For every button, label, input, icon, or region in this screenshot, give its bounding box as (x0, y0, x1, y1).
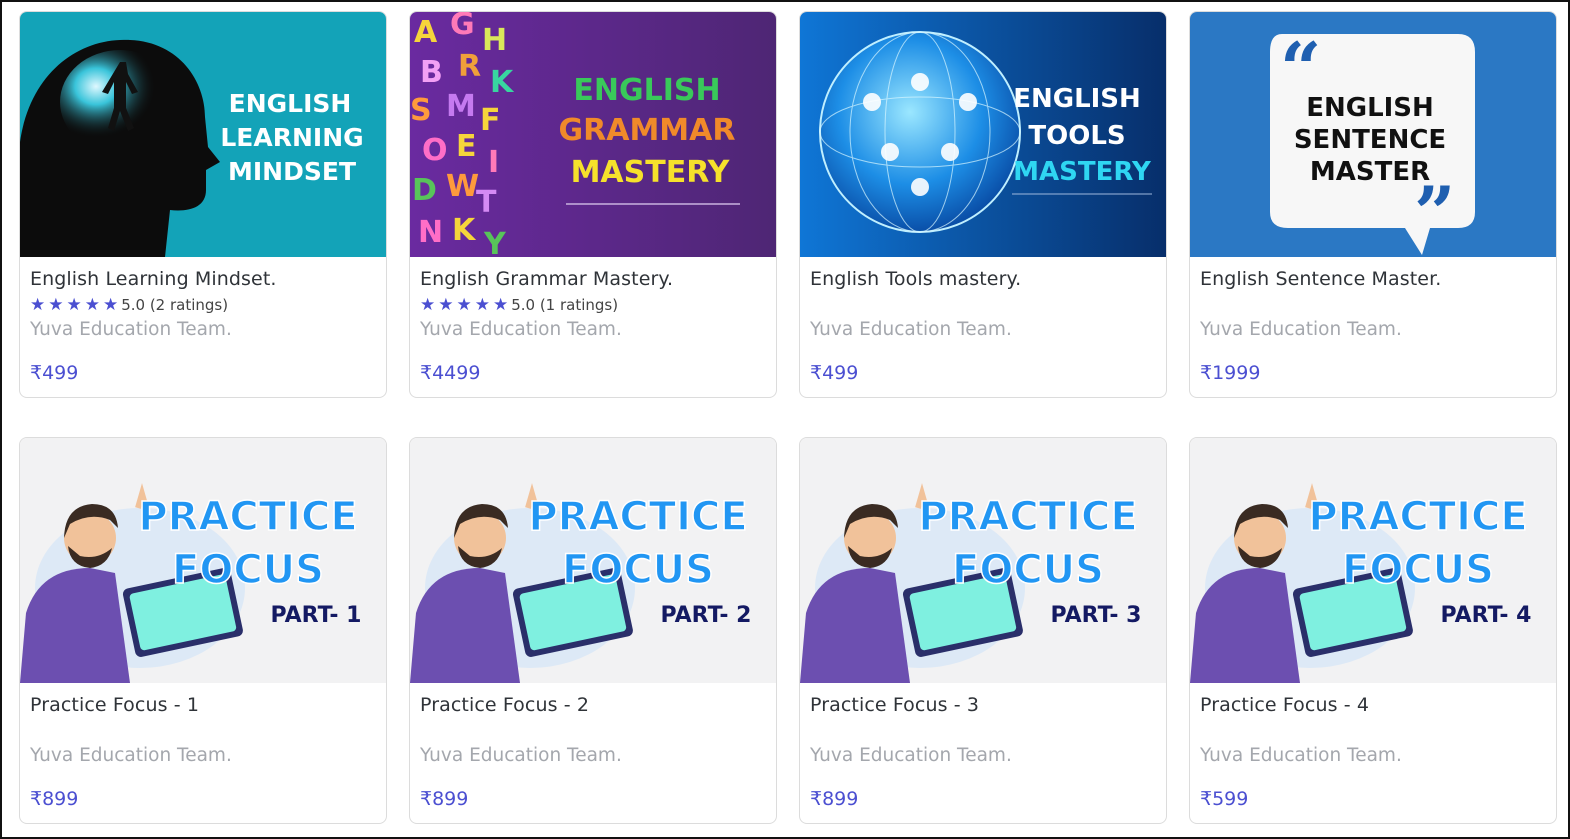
svg-text:H: H (482, 23, 507, 58)
course-card-english-sentence-master[interactable]: “ ” ENGLISH SENTENCE MASTER English Sent… (1189, 11, 1557, 398)
course-price: ₹899 (420, 788, 469, 810)
thumb-line-2: GRAMMAR (559, 113, 736, 148)
svg-text:S: S (410, 93, 432, 128)
thumb-line-2: FOCUS (1342, 547, 1494, 593)
course-card-practice-focus-1[interactable]: PRACTICE FOCUS PART- 1 Practice Focus - … (19, 437, 387, 824)
thumb-line-2: FOCUS (562, 547, 714, 593)
course-card-practice-focus-2[interactable]: PRACTICE FOCUS PART- 2 Practice Focus - … (409, 437, 777, 824)
svg-text:B: B (420, 55, 443, 90)
course-title[interactable]: Practice Focus - 2 (420, 694, 589, 716)
svg-text:Y: Y (483, 227, 507, 257)
svg-text:K: K (490, 65, 515, 100)
course-price: ₹4499 (420, 362, 481, 384)
course-price: ₹1999 (1200, 362, 1261, 384)
thumb-line-2: FOCUS (952, 547, 1104, 593)
thumb-line-2: SENTENCE (1294, 125, 1446, 155)
course-price: ₹499 (30, 362, 79, 384)
svg-text:F: F (480, 103, 501, 138)
course-card-english-grammar-mastery[interactable]: AGH BRK SMF OEI DWT NKY ENGLISH GRAMMAR … (409, 11, 777, 398)
thumb-line-3: PART- 3 (1051, 603, 1142, 628)
thumb-line-2: LEARNING (220, 123, 363, 152)
course-title[interactable]: Practice Focus - 3 (810, 694, 979, 716)
course-grid: ENGLISH LEARNING MINDSET English Learnin… (0, 0, 1570, 839)
course-thumbnail[interactable]: PRACTICE FOCUS PART- 3 (800, 438, 1166, 683)
course-author: Yuva Education Team. (420, 319, 622, 340)
svg-text:I: I (488, 145, 499, 180)
thumb-line-3: MINDSET (228, 157, 356, 186)
thumb-line-1: ENGLISH (573, 73, 720, 108)
course-thumbnail[interactable]: ENGLISH LEARNING MINDSET (20, 12, 386, 257)
thumb-line-3: MASTER (1310, 157, 1430, 187)
thumb-line-1: ENGLISH (229, 89, 352, 118)
svg-text:G: G (450, 12, 475, 42)
course-title[interactable]: English Sentence Master. (1200, 268, 1441, 290)
course-card-english-tools-mastery[interactable]: ENGLISH TOOLS MASTERY English Tools mast… (799, 11, 1167, 398)
course-title[interactable]: Practice Focus - 4 (1200, 694, 1369, 716)
rating-text: 5.0 (1 ratings) (511, 296, 619, 314)
course-thumbnail[interactable]: “ ” ENGLISH SENTENCE MASTER (1190, 12, 1556, 257)
course-title[interactable]: English Grammar Mastery. (420, 268, 673, 290)
rating-text: 5.0 (2 ratings) (121, 296, 229, 314)
course-author: Yuva Education Team. (30, 745, 232, 766)
course-title[interactable]: Practice Focus - 1 (30, 694, 199, 716)
course-author: Yuva Education Team. (810, 745, 1012, 766)
svg-text:K: K (452, 213, 477, 248)
course-author: Yuva Education Team. (1200, 319, 1402, 340)
course-thumbnail[interactable]: PRACTICE FOCUS PART- 4 (1190, 438, 1556, 683)
course-thumbnail[interactable]: AGH BRK SMF OEI DWT NKY ENGLISH GRAMMAR … (410, 12, 776, 257)
course-author: Yuva Education Team. (30, 319, 232, 340)
course-card-english-learning-mindset[interactable]: ENGLISH LEARNING MINDSET English Learnin… (19, 11, 387, 398)
course-thumbnail[interactable]: ENGLISH TOOLS MASTERY (800, 12, 1166, 257)
thumb-line-3: MASTERY (571, 155, 731, 190)
thumb-line-1: PRACTICE (918, 494, 1137, 540)
course-rating: ★★★★★ 5.0 (1 ratings) (420, 295, 618, 315)
course-card-practice-focus-3[interactable]: PRACTICE FOCUS PART- 3 Practice Focus - … (799, 437, 1167, 824)
course-thumbnail[interactable]: PRACTICE FOCUS PART- 1 (20, 438, 386, 683)
svg-text:E: E (456, 129, 477, 164)
course-author: Yuva Education Team. (420, 745, 622, 766)
course-price: ₹499 (810, 362, 859, 384)
thumb-line-1: PRACTICE (1308, 494, 1527, 540)
thumb-line-2: TOOLS (1028, 121, 1125, 151)
svg-text:W: W (446, 169, 479, 204)
thumb-line-3: PART- 2 (661, 603, 752, 628)
course-price: ₹599 (1200, 788, 1249, 810)
course-price: ₹899 (810, 788, 859, 810)
thumb-line-3: PART- 4 (1441, 603, 1532, 628)
course-author: Yuva Education Team. (1200, 745, 1402, 766)
course-rating: ★★★★★ 5.0 (2 ratings) (30, 295, 228, 315)
svg-text:A: A (414, 15, 438, 50)
svg-text:R: R (458, 49, 481, 84)
thumb-line-2: FOCUS (172, 547, 324, 593)
course-title[interactable]: English Learning Mindset. (30, 268, 277, 290)
svg-text:M: M (446, 89, 476, 124)
thumb-line-1: PRACTICE (138, 494, 357, 540)
svg-text:N: N (418, 215, 443, 250)
rating-stars-icon: ★★★★★ (30, 294, 122, 315)
svg-text:O: O (422, 133, 448, 168)
rating-stars-icon: ★★★★★ (420, 294, 512, 315)
thumb-line-3: MASTERY (1013, 157, 1152, 187)
course-title[interactable]: English Tools mastery. (810, 268, 1021, 290)
course-author: Yuva Education Team. (810, 319, 1012, 340)
course-thumbnail[interactable]: PRACTICE FOCUS PART- 2 (410, 438, 776, 683)
thumb-line-3: PART- 1 (271, 603, 362, 628)
course-card-practice-focus-4[interactable]: PRACTICE FOCUS PART- 4 Practice Focus - … (1189, 437, 1557, 824)
svg-text:D: D (412, 173, 437, 208)
thumb-line-1: ENGLISH (1306, 93, 1434, 123)
svg-text:T: T (476, 185, 497, 220)
thumb-line-1: PRACTICE (528, 494, 747, 540)
thumb-line-1: ENGLISH (1013, 84, 1141, 114)
course-price: ₹899 (30, 788, 79, 810)
